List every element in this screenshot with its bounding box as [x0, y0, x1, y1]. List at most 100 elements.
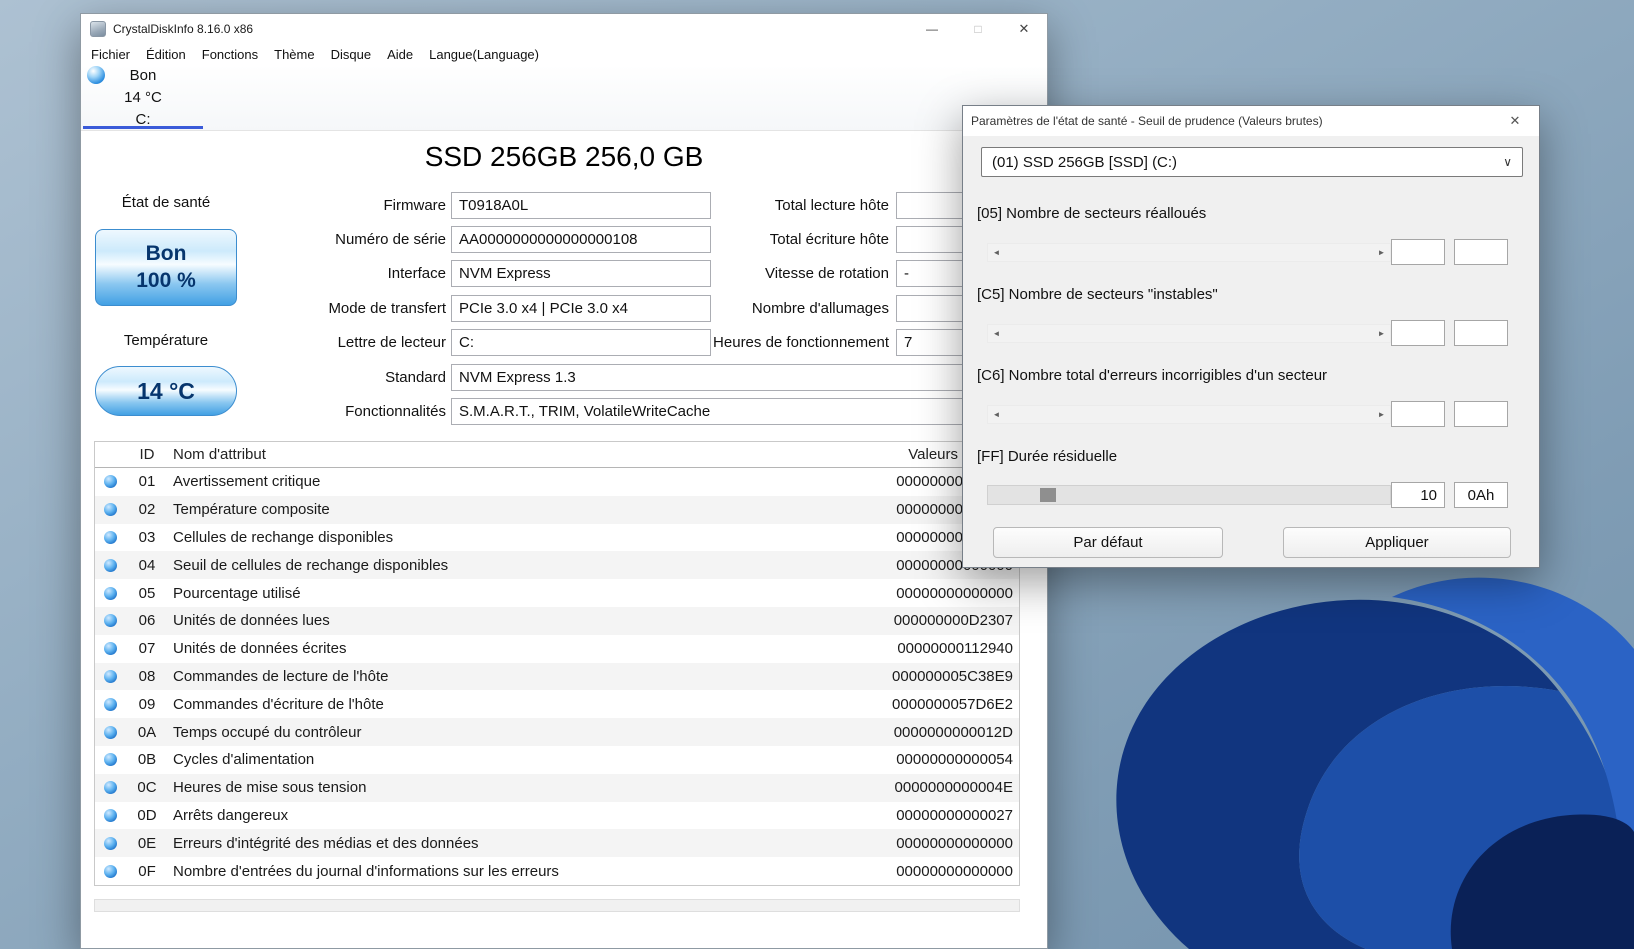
- info-field-value: NVM Express 1.3: [451, 363, 1017, 391]
- attribute-name: Commandes d'écriture de l'hôte: [173, 695, 384, 713]
- attribute-name: Heures de mise sous tension: [173, 779, 367, 797]
- status-dot-icon: [103, 642, 117, 656]
- disk-tab[interactable]: Bon 14 °C C:: [83, 65, 203, 131]
- info-field-label: Lettre de lecteur: [337, 333, 446, 351]
- main-content: SSD 256GB 256,0 GB État de santé Bon 100…: [81, 131, 1047, 948]
- attribute-row[interactable]: 0B Cycles d'alimentation 00000000000054: [95, 745, 1019, 774]
- info-field-row: Interface NVM Express: [231, 257, 711, 291]
- attribute-id: 08: [138, 667, 156, 685]
- attribute-row[interactable]: 05 Pourcentage utilisé 00000000000000: [95, 579, 1019, 607]
- attribute-id: 06: [138, 612, 156, 630]
- threshold-unit-input[interactable]: [1454, 401, 1508, 427]
- ff-trackbar-thumb[interactable]: [1040, 488, 1056, 502]
- scrollbar-track[interactable]: [1005, 325, 1373, 342]
- threshold-unit-input[interactable]: [1454, 239, 1508, 265]
- horizontal-scrollbar[interactable]: [94, 899, 1020, 912]
- attribute-id: 07: [138, 640, 156, 658]
- threshold-sections: [05] Nombre de secteurs réalloués ◄ ► [C…: [977, 204, 1525, 447]
- attribute-id: 0F: [138, 862, 156, 880]
- attribute-row[interactable]: 01 Avertissement critique 00000000000000: [95, 468, 1019, 496]
- attribute-id: 04: [138, 556, 156, 574]
- menu-item[interactable]: Fichier: [83, 47, 138, 62]
- info-field-label: Mode de transfert: [328, 299, 446, 317]
- scroll-right-icon[interactable]: ►: [1373, 405, 1390, 423]
- attribute-row[interactable]: 0D Arrêts dangereux 00000000000027: [95, 801, 1019, 830]
- threshold-value-input[interactable]: [1391, 401, 1445, 427]
- attribute-row[interactable]: 03 Cellules de rechange disponibles 0000…: [95, 523, 1019, 552]
- ff-trackbar[interactable]: [987, 485, 1391, 505]
- scrollbar-track[interactable]: [1005, 244, 1373, 261]
- attribute-row[interactable]: 07 Unités de données écrites 00000000112…: [95, 634, 1019, 663]
- app-icon: [90, 20, 106, 37]
- default-button[interactable]: Par défaut: [993, 527, 1223, 558]
- header-name: Nom d'attribut: [173, 446, 266, 463]
- attribute-raw-value: 000000005C38E9: [892, 667, 1013, 685]
- attribute-name: Unités de données écrites: [173, 640, 347, 658]
- info-field-label: Fonctionnalités: [345, 402, 446, 420]
- disk-tab-bar: Bon 14 °C C:: [81, 65, 1047, 131]
- status-dot-icon: [103, 836, 117, 850]
- threshold-unit-input[interactable]: [1454, 320, 1508, 346]
- attribute-table: ID Nom d'attribut Valeurs 01 Avertisseme…: [94, 441, 1020, 886]
- menu-item[interactable]: Thème: [266, 47, 322, 62]
- attribute-raw-value: 00000000000027: [896, 806, 1013, 824]
- menu-item[interactable]: Fonctions: [194, 47, 266, 62]
- attribute-row[interactable]: 0E Erreurs d'intégrité des médias et des…: [95, 829, 1019, 858]
- health-settings-dialog: Paramètres de l'état de santé - Seuil de…: [962, 105, 1540, 568]
- scroll-left-icon[interactable]: ◄: [988, 405, 1005, 423]
- attribute-id: 01: [138, 473, 156, 491]
- attribute-row[interactable]: 0A Temps occupé du contrôleur 0000000000…: [95, 718, 1019, 746]
- temperature-button[interactable]: 14 °C: [95, 366, 237, 416]
- scroll-right-icon[interactable]: ►: [1373, 243, 1390, 261]
- drive-selector-dropdown[interactable]: (01) SSD 256GB [SSD] (C:) ∨: [981, 147, 1523, 177]
- attribute-row[interactable]: 02 Température composite 00000000000000: [95, 495, 1019, 524]
- info-field-value: C:: [451, 328, 711, 356]
- scroll-right-icon[interactable]: ►: [1373, 324, 1390, 342]
- threshold-scrollbar[interactable]: ◄ ►: [987, 323, 1391, 343]
- health-status-button[interactable]: Bon 100 %: [95, 229, 237, 306]
- scroll-left-icon[interactable]: ◄: [988, 243, 1005, 261]
- ff-unit-input[interactable]: 0Ah: [1454, 482, 1508, 508]
- attribute-row[interactable]: 04 Seuil de cellules de rechange disponi…: [95, 551, 1019, 580]
- attribute-row[interactable]: 06 Unités de données lues 000000000D2307: [95, 606, 1019, 635]
- ff-value-input[interactable]: 10: [1391, 482, 1445, 508]
- threshold-section-label: [C5] Nombre de secteurs "instables": [977, 286, 1218, 303]
- info-field-value: NVM Express: [451, 260, 711, 288]
- info-field-row: Firmware T0918A0L: [231, 188, 711, 222]
- apply-button[interactable]: Appliquer: [1283, 527, 1511, 558]
- menu-item[interactable]: Disque: [323, 47, 379, 62]
- status-dot-icon: [103, 781, 117, 795]
- maximize-button[interactable]: □: [955, 14, 1001, 43]
- threshold-section: [C5] Nombre de secteurs "instables" ◄ ►: [977, 285, 1525, 366]
- threshold-value-input[interactable]: [1391, 320, 1445, 346]
- threshold-scrollbar[interactable]: ◄ ►: [987, 242, 1391, 262]
- menu-item[interactable]: Langue(Language): [421, 47, 547, 62]
- attribute-name: Cellules de rechange disponibles: [173, 528, 394, 546]
- info-field-label: Heures de fonctionnement: [713, 333, 889, 351]
- attribute-name: Commandes de lecture de l'hôte: [173, 667, 389, 685]
- info-field-value: PCIe 3.0 x4 | PCIe 3.0 x4: [451, 294, 711, 322]
- header-id: ID: [139, 446, 155, 463]
- threshold-scrollbar[interactable]: ◄ ►: [987, 404, 1391, 424]
- dialog-close-button[interactable]: ✕: [1500, 106, 1530, 136]
- threshold-value-input[interactable]: [1391, 239, 1445, 265]
- dialog-title: Paramètres de l'état de santé - Seuil de…: [971, 114, 1323, 128]
- scroll-left-icon[interactable]: ◄: [988, 324, 1005, 342]
- close-button[interactable]: ✕: [1001, 14, 1047, 43]
- threshold-section: [C6] Nombre total d'erreurs incorrigible…: [977, 366, 1525, 447]
- temperature-value: 14 °C: [137, 377, 195, 404]
- menu-item[interactable]: Aide: [379, 47, 421, 62]
- attribute-id: 03: [138, 528, 156, 546]
- attribute-raw-value: 00000000000000: [896, 584, 1013, 602]
- attribute-table-header: ID Nom d'attribut Valeurs: [95, 442, 1019, 468]
- attribute-row[interactable]: 0F Nombre d'entrées du journal d'informa…: [95, 857, 1019, 885]
- info-field-row: Lettre de lecteur C:: [231, 325, 711, 359]
- scrollbar-track[interactable]: [1005, 406, 1373, 423]
- menu-item[interactable]: Édition: [138, 47, 194, 62]
- attribute-row[interactable]: 0C Heures de mise sous tension 000000000…: [95, 773, 1019, 802]
- info-field-label: Nombre d'allumages: [751, 299, 889, 317]
- attribute-row[interactable]: 09 Commandes d'écriture de l'hôte 000000…: [95, 690, 1019, 719]
- attribute-row[interactable]: 08 Commandes de lecture de l'hôte 000000…: [95, 662, 1019, 691]
- attribute-name: Seuil de cellules de rechange disponible…: [173, 556, 449, 574]
- minimize-button[interactable]: —: [909, 14, 955, 43]
